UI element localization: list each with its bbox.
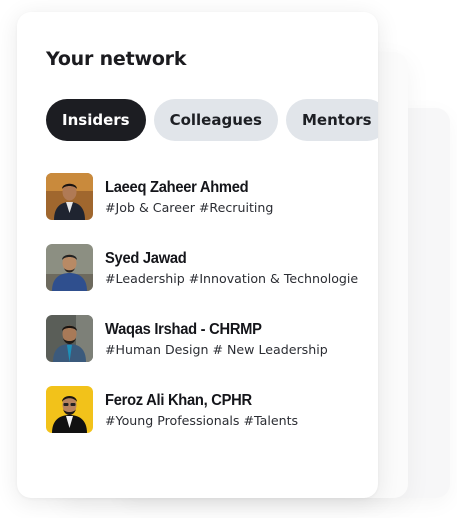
person-name: Syed Jawad [105, 249, 187, 267]
list-item[interactable]: Syed Jawad #Leadership #Innovation & Tec… [46, 244, 376, 291]
person-name: Laeeq Zaheer Ahmed [105, 178, 249, 196]
avatar [46, 244, 93, 291]
network-card: Your network Insiders Colleagues Mentors [17, 12, 378, 498]
stage: Your network Insiders Colleagues Mentors [0, 0, 457, 518]
avatar [46, 173, 93, 220]
avatar [46, 386, 93, 433]
avatar [46, 315, 93, 362]
tab-mentors[interactable]: Mentors [286, 99, 378, 141]
person-tags: #Leadership #Innovation & Technologie [105, 270, 359, 286]
person-meta: Feroz Ali Khan, CPHR #Young Professional… [105, 391, 298, 429]
tab-insiders[interactable]: Insiders [46, 99, 146, 141]
list-item[interactable]: Feroz Ali Khan, CPHR #Young Professional… [46, 386, 376, 433]
person-tags: #Job & Career #Recruiting [105, 199, 274, 215]
people-list: Laeeq Zaheer Ahmed #Job & Career #Recrui… [46, 173, 376, 457]
tab-colleagues[interactable]: Colleagues [153, 99, 278, 141]
list-item[interactable]: Waqas Irshad - CHRMP #Human Design # New… [46, 315, 376, 362]
person-name: Feroz Ali Khan, CPHR [105, 391, 252, 409]
person-meta: Syed Jawad #Leadership #Innovation & Tec… [105, 249, 358, 287]
network-title: Your network [46, 48, 187, 70]
person-name: Waqas Irshad - CHRMP [105, 320, 262, 338]
person-tags: #Human Design # New Leadership [105, 341, 328, 357]
network-tabs: Insiders Colleagues Mentors [46, 99, 378, 141]
person-meta: Laeeq Zaheer Ahmed #Job & Career #Recrui… [105, 178, 273, 216]
list-item[interactable]: Laeeq Zaheer Ahmed #Job & Career #Recrui… [46, 173, 376, 220]
person-tags: #Young Professionals #Talents [105, 412, 299, 428]
person-meta: Waqas Irshad - CHRMP #Human Design # New… [105, 320, 328, 358]
